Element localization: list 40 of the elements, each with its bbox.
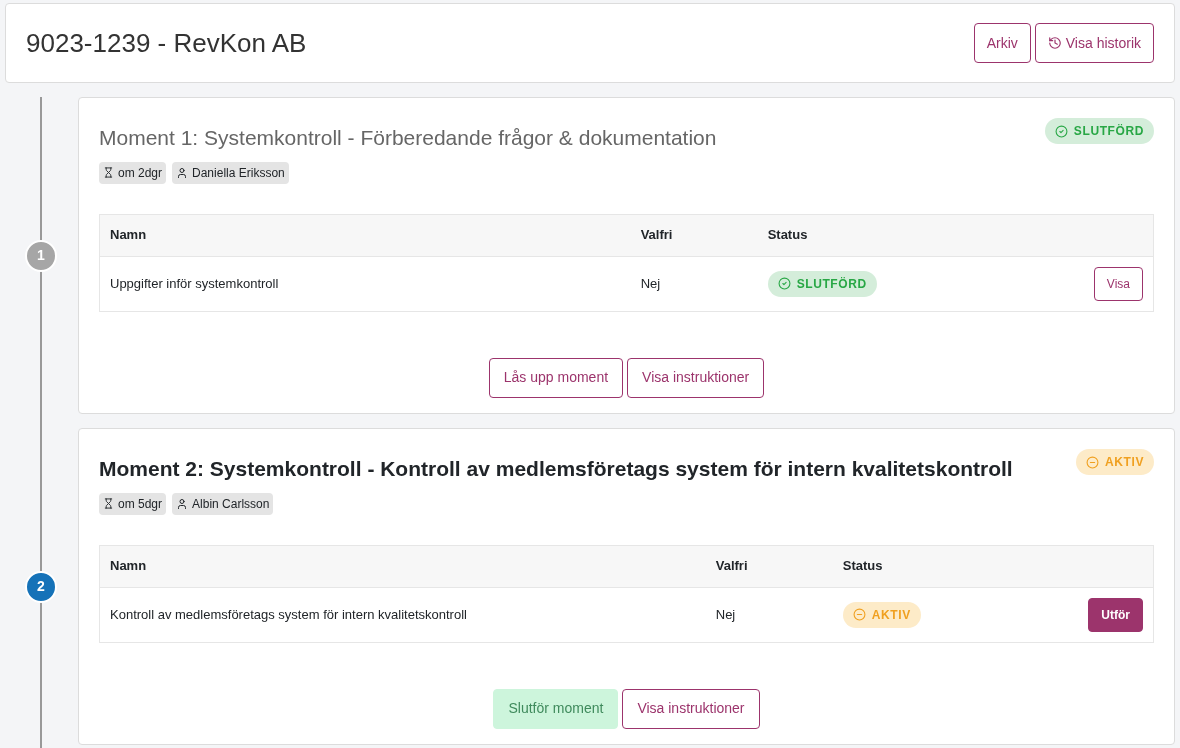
- status-badge: AKTIV: [842, 601, 921, 628]
- optional-value: Nej: [715, 606, 736, 622]
- optional-value: Nej: [640, 275, 661, 291]
- column-header: Namn: [110, 558, 147, 574]
- task-name: Kontroll av medlemsföretags system för intern kvalitetskontroll: [110, 606, 467, 622]
- user-icon: [176, 166, 189, 179]
- minus-circle-icon: [1086, 455, 1099, 469]
- check-circle-icon: [1054, 124, 1068, 138]
- page-title: 9023-1239 - RevKon AB: [26, 26, 307, 60]
- action-button[interactable]: Lås upp moment: [488, 357, 624, 398]
- minus-circle-icon: [852, 608, 866, 621]
- step-number: 2: [25, 570, 57, 603]
- status-badge: AKTIV: [1076, 449, 1154, 475]
- step-number: 1: [25, 239, 57, 272]
- action-button[interactable]: Visa instruktioner: [627, 357, 765, 398]
- status-badge: SLUTFÖRD: [1044, 118, 1154, 144]
- column-header: Namn: [110, 227, 147, 243]
- history-button[interactable]: Visa historik: [1034, 23, 1154, 63]
- history-icon: [1047, 36, 1062, 50]
- row-action-button[interactable]: Visa: [1093, 266, 1143, 301]
- column-header: Status: [767, 227, 808, 243]
- column-header: Valfri: [640, 227, 673, 243]
- task-name: Uppgifter inför systemkontroll: [110, 275, 279, 291]
- check-circle-icon: [777, 277, 791, 290]
- column-header: Valfri: [715, 558, 748, 574]
- moment-title: Moment 1: Systemkontroll - Förberedande frågor & dokumentation: [99, 125, 717, 151]
- due-tag: om 5dgr: [99, 492, 167, 515]
- action-button[interactable]: Slutför moment: [493, 688, 619, 729]
- hourglass-icon: [103, 498, 114, 509]
- assignee-tag: Daniella Eriksson: [172, 161, 289, 184]
- status-badge: SLUTFÖRD: [767, 270, 877, 297]
- hourglass-icon: [103, 167, 114, 178]
- column-header: Status: [842, 558, 883, 574]
- moment-title: Moment 2: Systemkontroll - Kontroll av medlemsföretags system för intern kvalitetskontroll: [99, 456, 1013, 482]
- action-button[interactable]: Visa instruktioner: [622, 688, 760, 729]
- user-icon: [176, 497, 189, 510]
- archive-button[interactable]: Arkiv: [973, 23, 1031, 63]
- due-tag: om 2dgr: [99, 161, 167, 184]
- assignee-tag: Albin Carlsson: [172, 492, 274, 515]
- row-action-button[interactable]: Utför: [1088, 597, 1143, 632]
